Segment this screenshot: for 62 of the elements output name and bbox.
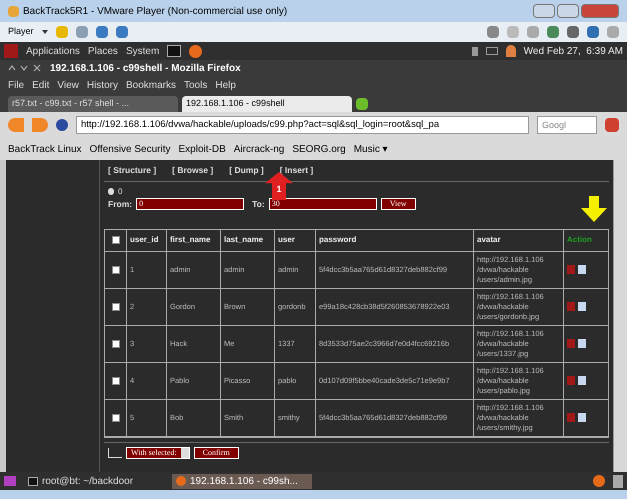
scrollbar[interactable] [613,160,627,472]
bookmark[interactable]: Offensive Security [90,142,171,156]
window-controls-icon[interactable] [8,64,42,72]
url-field[interactable]: http://192.168.1.106/dvwa/hackable/uploads/c99.php?act=sql&sql_login=root&sql_pa [76,116,529,134]
player-menu[interactable]: Player [8,25,34,39]
from-label: From: [108,198,132,210]
row-checkbox[interactable] [112,414,120,422]
terminal-launcher-icon[interactable] [167,45,182,57]
column-header: user_id [127,230,167,250]
panel-clock[interactable]: Wed Feb 27, 6:39 AM [524,44,623,58]
taskbar-item[interactable]: root@bt: ~/backdoor [24,474,164,488]
column-header: avatar [474,230,564,250]
mail-icon[interactable] [486,47,498,55]
to-field[interactable]: 30 [268,198,377,210]
menu-item[interactable]: View [57,78,79,92]
close-button[interactable] [581,4,619,18]
window-title: BackTrack5R1 - VMware Player (Non-commercial use only) [23,4,288,18]
row-checkbox[interactable] [112,266,120,274]
menu-item[interactable]: Help [215,78,236,92]
sql-action-link[interactable]: [ Structure ] [108,164,156,177]
bookmark[interactable]: Music ▾ [354,142,388,156]
terminal-icon [28,476,38,486]
browser-tab[interactable]: 192.168.1.106 - c99shell [182,96,352,112]
panel-menu[interactable]: Applications [26,44,80,58]
row-checkbox[interactable] [112,376,120,384]
bookmark[interactable]: Exploit-DB [178,142,226,156]
to-label: To: [252,198,265,210]
column-header: last_name [221,230,275,250]
sql-action-link[interactable]: [ Dump ] [229,164,264,177]
bookmark[interactable]: SEORG.org [292,142,346,156]
row-checkbox[interactable] [112,340,120,348]
with-selected-dropdown[interactable]: With selected: [126,446,190,458]
menu-item[interactable]: File [8,78,24,92]
from-field[interactable]: 0 [136,198,244,210]
panel-menu[interactable]: System [126,44,160,58]
down-arrow-annotation [581,196,607,222]
minimize-button[interactable] [533,4,555,18]
search-field[interactable]: Googl [537,116,597,134]
row-checkbox[interactable] [112,302,120,310]
menu-item[interactable]: Tools [184,78,208,92]
bookmark[interactable]: Aircrack-ng [234,142,284,156]
bookmark[interactable]: BackTrack Linux [8,142,82,156]
select-all-checkbox[interactable] [112,236,120,244]
column-header: user [275,230,316,250]
sql-action-link[interactable]: [ Browse ] [172,164,214,177]
column-header: first_name [167,230,221,250]
menu-item[interactable]: Bookmarks [126,78,176,92]
browser-tab[interactable]: r57.txt - c99.txt - r57 shell - ... [8,96,178,112]
taskbar-item[interactable]: 192.168.1.106 - c99sh... [172,474,312,488]
column-header: Action [566,234,593,246]
maximize-button[interactable] [557,4,579,18]
caret-icon[interactable] [42,30,48,34]
menu-item[interactable]: History [86,78,118,92]
browser-title: 192.168.1.106 - c99shell - Mozilla Firefox [50,62,241,76]
panel-menu[interactable]: Places [88,44,118,58]
step-arrow-annotation: 1 [265,172,293,200]
view-button[interactable]: View [380,198,416,210]
row-count: 0 [118,186,122,198]
confirm-button[interactable]: Confirm [194,446,239,458]
column-header: password [316,230,474,250]
menu-item[interactable]: Edit [32,78,50,92]
select-arrow-icon [108,448,122,458]
